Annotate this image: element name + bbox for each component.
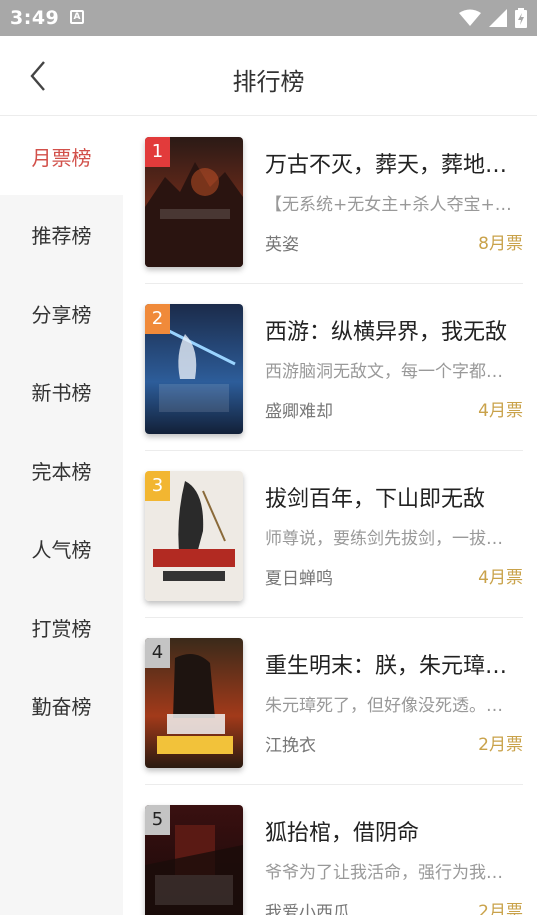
book-description: 师尊说，要练剑先拔剑，一拔… xyxy=(265,529,503,549)
sidebar-item-diligent[interactable]: 勤奋榜 xyxy=(0,666,123,744)
book-description: 【无系统+无女主+杀人夺宝+… xyxy=(265,195,512,215)
book-cover[interactable]: 5 xyxy=(145,805,243,915)
book-cover[interactable]: 4 xyxy=(145,638,243,768)
book-cover[interactable]: 1 xyxy=(145,137,243,267)
status-bar: 3:49 A xyxy=(0,0,537,36)
book-title: 重生明末：朕，朱元璋的后代 xyxy=(265,654,525,679)
sidebar-item-tips[interactable]: 打赏榜 xyxy=(0,588,123,666)
book-author: 我爱小西瓜 xyxy=(265,903,350,915)
notification-icon: A xyxy=(70,10,84,24)
book-cover[interactable]: 2 xyxy=(145,304,243,434)
rank-badge: 2 xyxy=(145,304,170,334)
book-author: 夏日蝉鸣 xyxy=(265,569,333,589)
book-title: 拔剑百年，下山即无敌 xyxy=(265,487,486,512)
book-cover[interactable]: 3 xyxy=(145,471,243,601)
list-item[interactable]: 4 重生明末：朕，朱元璋的后代 朱元璋死了，但好像没死透。… 江挽衣 2月票 xyxy=(123,618,537,785)
book-votes: 4月票 xyxy=(478,401,523,421)
book-list: 1 万古不灭，葬天，葬地，葬众生 【无系统+无女主+杀人夺宝+… 英姿 8月票 … xyxy=(123,117,537,915)
list-item[interactable]: 2 西游：纵横异界，我无敌 西游脑洞无敌文，每一个字都… 盛卿难却 4月票 xyxy=(123,284,537,451)
book-title: 西游：纵横异界，我无敌 xyxy=(265,320,508,345)
status-icons xyxy=(459,7,527,29)
status-time: 3:49 xyxy=(10,7,60,29)
book-votes: 4月票 xyxy=(478,568,523,588)
book-votes: 8月票 xyxy=(478,234,523,254)
header: 排行榜 xyxy=(0,36,537,116)
book-title: 万古不灭，葬天，葬地，葬众生 xyxy=(265,153,525,178)
sidebar-item-share[interactable]: 分享榜 xyxy=(0,274,123,352)
book-votes: 2月票 xyxy=(478,902,523,915)
ranking-sidebar: 月票榜 推荐榜 分享榜 新书榜 完本榜 人气榜 打赏榜 勤奋榜 xyxy=(0,117,123,915)
book-author: 江挽衣 xyxy=(265,736,316,756)
list-item[interactable]: 1 万古不灭，葬天，葬地，葬众生 【无系统+无女主+杀人夺宝+… 英姿 8月票 xyxy=(123,117,537,284)
book-author: 英姿 xyxy=(265,235,299,255)
book-description: 西游脑洞无敌文，每一个字都… xyxy=(265,362,503,382)
wifi-icon xyxy=(459,9,481,26)
sidebar-item-new-books[interactable]: 新书榜 xyxy=(0,352,123,430)
rank-badge: 4 xyxy=(145,638,170,668)
list-item[interactable]: 5 狐抬棺，借阴命 爷爷为了让我活命，强行为我… 我爱小西瓜 2月票 xyxy=(123,785,537,915)
sidebar-item-completed[interactable]: 完本榜 xyxy=(0,431,123,509)
signal-icon xyxy=(489,9,507,27)
list-item[interactable]: 3 拔剑百年，下山即无敌 师尊说，要练剑先拔剑，一拔… 夏日蝉鸣 4月票 xyxy=(123,451,537,618)
battery-icon xyxy=(515,8,527,28)
sidebar-item-popular[interactable]: 人气榜 xyxy=(0,509,123,587)
sidebar-item-monthly-ticket[interactable]: 月票榜 xyxy=(0,117,123,195)
book-description: 爷爷为了让我活命，强行为我… xyxy=(265,863,503,883)
rank-badge: 5 xyxy=(145,805,170,835)
book-description: 朱元璋死了，但好像没死透。… xyxy=(265,696,503,716)
book-author: 盛卿难却 xyxy=(265,402,333,422)
rank-badge: 3 xyxy=(145,471,170,501)
sidebar-item-recommend[interactable]: 推荐榜 xyxy=(0,195,123,273)
book-title: 狐抬棺，借阴命 xyxy=(265,821,420,846)
rank-badge: 1 xyxy=(145,137,170,167)
page-title: 排行榜 xyxy=(232,68,305,96)
book-votes: 2月票 xyxy=(478,735,523,755)
